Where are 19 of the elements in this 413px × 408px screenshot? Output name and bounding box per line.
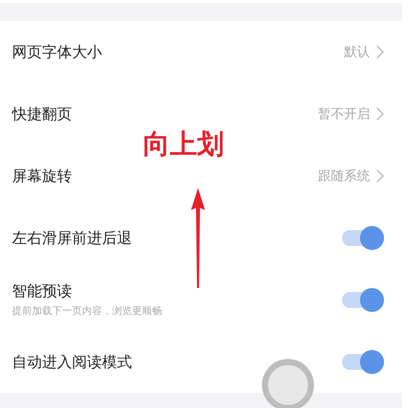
setting-value[interactable]: 默认 <box>344 43 370 61</box>
chevron-icon[interactable] <box>376 169 384 183</box>
setting-description: 提前加载下一页内容，浏览更顺畅 <box>12 304 163 318</box>
up-arrow-icon <box>190 188 206 288</box>
setting-label: 快捷翻页 <box>12 104 73 124</box>
toggle-switch[interactable] <box>342 226 384 250</box>
setting-value[interactable]: 暂不开启 <box>318 105 370 123</box>
annotation-text: 向上划 <box>143 128 224 162</box>
setting-label: 屏幕旋转 <box>12 166 73 186</box>
chevron-icon[interactable] <box>376 45 384 59</box>
setting-label: 智能预读 <box>12 282 73 301</box>
chevron-icon[interactable] <box>376 107 384 121</box>
setting-label: 网页字体大小 <box>12 42 103 62</box>
setting-label: 自动进入阅读模式 <box>12 352 133 372</box>
setting-value[interactable]: 跟随系统 <box>318 167 370 185</box>
floating-home-button[interactable] <box>262 359 314 408</box>
toggle-switch[interactable] <box>342 350 384 374</box>
setting-label: 左右滑屏前进后退 <box>12 228 133 248</box>
toggle-switch[interactable] <box>342 288 384 312</box>
